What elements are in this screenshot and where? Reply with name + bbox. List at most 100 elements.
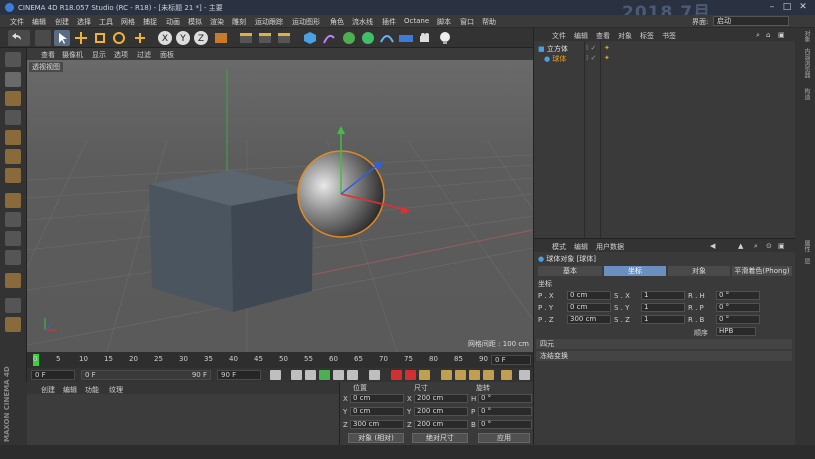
object-menu-tags[interactable]: 标签	[640, 31, 654, 41]
z-axis-lock-icon[interactable]: Z	[193, 30, 209, 46]
size-mode-select[interactable]: 绝对尺寸	[412, 433, 468, 443]
menu-render[interactable]: 渲染	[210, 17, 224, 27]
menu-motion-tracking[interactable]: 运动跟踪	[255, 17, 283, 27]
viewport-menu-panel[interactable]: 面板	[160, 50, 174, 60]
record-key-icon[interactable]	[391, 370, 402, 380]
x-axis-lock-icon[interactable]: X	[157, 30, 173, 46]
previous-key-icon[interactable]	[291, 370, 302, 380]
lock-icon[interactable]: ⊙	[766, 242, 772, 250]
edges-mode-icon[interactable]	[5, 149, 21, 164]
select-arrow-icon[interactable]	[54, 30, 70, 46]
perspective-viewport[interactable]: 透视视图 网格间距 : 100 cm	[27, 60, 533, 352]
layout-select[interactable]: 启动	[713, 16, 789, 26]
solo-icon[interactable]	[5, 317, 21, 332]
attribute-menu-mode[interactable]: 模式	[552, 242, 566, 252]
points-mode-icon[interactable]	[5, 130, 21, 145]
rotation-b-field[interactable]: 0 °	[478, 420, 532, 429]
visibility-dots[interactable]: ⁞ ✓	[586, 44, 596, 52]
param-rp-field[interactable]: 0 °	[716, 303, 760, 312]
scale-tool-icon[interactable]	[92, 30, 108, 46]
menu-file[interactable]: 文件	[10, 17, 24, 27]
menu-character[interactable]: 角色	[330, 17, 344, 27]
pen-spline-icon[interactable]	[321, 30, 337, 46]
axis-mode-icon[interactable]	[5, 193, 21, 208]
param-sx-field[interactable]: 1	[641, 291, 685, 300]
live-select-icon[interactable]	[132, 30, 148, 46]
param-rb-field[interactable]: 0 °	[716, 315, 760, 324]
cloner-icon[interactable]	[360, 30, 376, 46]
minimize-button[interactable]: –	[766, 2, 778, 13]
preview-range-slider[interactable]: 0 F 90 F	[81, 370, 211, 380]
rotation-key-icon[interactable]	[469, 370, 480, 380]
deformer-icon[interactable]	[379, 30, 395, 46]
menu-tools[interactable]: 工具	[99, 17, 113, 27]
viewport-menu-options[interactable]: 选项	[114, 50, 128, 60]
param-px-field[interactable]: 0 cm	[567, 291, 611, 300]
position-x-field[interactable]: 0 cm	[350, 394, 404, 403]
menu-snap[interactable]: 捕捉	[143, 17, 157, 27]
param-py-field[interactable]: 0 cm	[567, 303, 611, 312]
camera-icon[interactable]	[418, 30, 434, 46]
position-z-field[interactable]: 300 cm	[350, 420, 404, 429]
close-button[interactable]: ✕	[797, 2, 809, 13]
search-icon[interactable]: ⌕	[756, 31, 760, 40]
menu-sculpt[interactable]: 雕刻	[232, 17, 246, 27]
light-icon[interactable]	[437, 30, 453, 46]
param-pz-field[interactable]: 300 cm	[567, 315, 611, 324]
object-row-cube[interactable]: ■ 立方体	[538, 44, 568, 54]
menu-script[interactable]: 脚本	[437, 17, 451, 27]
y-axis-lock-icon[interactable]: Y	[175, 30, 191, 46]
coordinate-system-icon[interactable]	[213, 30, 229, 46]
menu-mograph[interactable]: 运动图形	[292, 17, 320, 27]
search-icon[interactable]: ⌕	[754, 242, 758, 251]
menu-plugins[interactable]: 插件	[382, 17, 396, 27]
timeline-menu-icon[interactable]	[519, 370, 530, 380]
previous-frame-icon[interactable]	[305, 370, 316, 380]
lock-workplane-icon[interactable]	[5, 273, 21, 288]
panel-options-icon[interactable]: ▣	[778, 31, 785, 39]
tab-coordinates[interactable]: 坐标	[604, 266, 666, 276]
viewport-menu-view[interactable]: 查看	[41, 50, 55, 60]
render-view-icon[interactable]	[238, 30, 254, 46]
rotate-tool-icon[interactable]	[111, 30, 127, 46]
make-editable-icon[interactable]	[5, 52, 21, 67]
tab-structure[interactable]: 构造	[800, 88, 811, 100]
back-arrow-icon[interactable]: ◀	[710, 242, 715, 250]
timeline-ruler[interactable]: 0 5 10 15 20 25 30 35 40 45 50 55 60 65 …	[27, 352, 533, 368]
play-icon[interactable]	[319, 370, 330, 380]
rotation-p-field[interactable]: 0 °	[478, 407, 532, 416]
workplane-icon[interactable]	[5, 110, 21, 125]
point-level-animation-icon[interactable]	[501, 370, 512, 380]
go-to-start-icon[interactable]	[270, 370, 281, 380]
keyframe-selection-icon[interactable]	[419, 370, 430, 380]
next-frame-icon[interactable]	[333, 370, 344, 380]
move-tool-icon[interactable]	[73, 30, 89, 46]
menu-window[interactable]: 窗口	[460, 17, 474, 27]
phong-tag-icon[interactable]: ✦	[604, 44, 610, 52]
home-icon[interactable]: ⌂	[766, 31, 770, 39]
object-menu-edit[interactable]: 编辑	[574, 31, 588, 41]
param-rh-field[interactable]: 0 °	[716, 291, 760, 300]
section-quaternion[interactable]: 四元	[536, 339, 792, 349]
position-y-field[interactable]: 0 cm	[350, 407, 404, 416]
snap-icon[interactable]	[5, 231, 21, 246]
next-key-icon[interactable]	[347, 370, 358, 380]
panel-options-icon[interactable]: ▣	[778, 242, 785, 250]
object-menu-objects[interactable]: 对象	[618, 31, 632, 41]
autokey-icon[interactable]	[405, 370, 416, 380]
tab-objects[interactable]: 对象	[800, 30, 811, 42]
tab-object[interactable]: 对象	[668, 266, 730, 276]
menu-simulate[interactable]: 模拟	[188, 17, 202, 27]
object-menu-bookmarks[interactable]: 书签	[662, 31, 676, 41]
viewport-menu-display[interactable]: 显示	[92, 50, 106, 60]
start-frame-field[interactable]: 0 F	[31, 370, 75, 380]
param-sz-field[interactable]: 1	[641, 315, 685, 324]
tab-phong[interactable]: 平滑着色(Phong)	[732, 266, 792, 276]
floor-environment-icon[interactable]	[398, 30, 414, 46]
size-z-field[interactable]: 200 cm	[414, 420, 468, 429]
material-menu-create[interactable]: 创建	[41, 385, 55, 395]
undo-icon[interactable]	[8, 30, 30, 46]
tab-layers[interactable]: 层	[800, 258, 811, 264]
render-picture-viewer-icon[interactable]	[257, 30, 273, 46]
texture-mode-icon[interactable]	[5, 91, 21, 106]
